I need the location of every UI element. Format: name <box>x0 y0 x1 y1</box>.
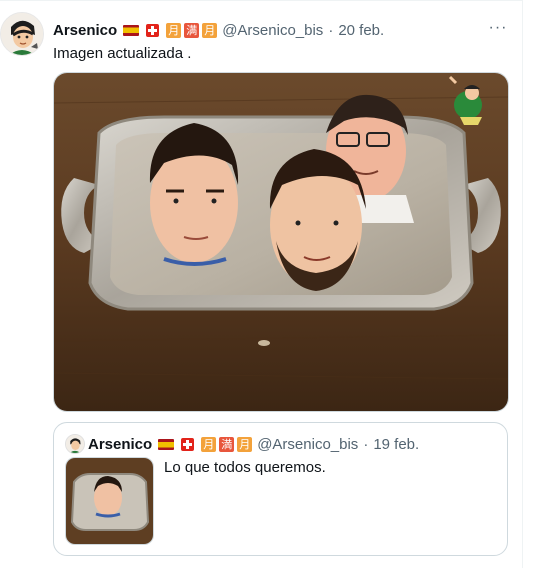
badge-moon-icon: 月 <box>166 22 182 38</box>
badge-full-icon: 满 <box>184 22 200 38</box>
quoted-tweet-text: Lo que todos queremos. <box>164 459 326 476</box>
quoted-tweet-date: 19 feb. <box>373 435 420 453</box>
swiss-flag-icon <box>146 23 160 37</box>
quoted-author-avatar <box>65 434 85 454</box>
quoted-author-name: Arsenico <box>88 435 153 453</box>
quoted-author-handle: @Arsenico_bis <box>257 435 359 453</box>
author-avatar[interactable] <box>0 12 44 56</box>
timeline-border <box>522 0 523 568</box>
date-separator: · <box>328 21 334 39</box>
author-handle[interactable]: @Arsenico_bis <box>222 22 323 39</box>
badge-moon-icon: 月 <box>201 436 217 452</box>
spain-flag-icon <box>123 24 140 36</box>
quoted-tweet[interactable]: Arsenico 月 満 月 @Arsenico_bis · 19 feb. L… <box>53 422 508 556</box>
tray-thumbnail <box>66 458 153 544</box>
avatar-cartoon-icon <box>66 435 84 453</box>
swiss-flag-icon <box>181 437 195 451</box>
face-left <box>149 123 239 266</box>
quoted-tweet-header: Arsenico 月 満 月 @Arsenico_bis · 19 feb. <box>88 434 419 454</box>
spain-flag-icon <box>158 438 175 450</box>
tweet-header: Arsenico 月 满 月 @Arsenico_bis · 20 feb. <box>53 20 384 40</box>
quoted-tweet-thumbnail[interactable] <box>65 457 154 545</box>
date-separator: · <box>363 435 369 453</box>
more-options-icon[interactable]: ··· <box>486 19 510 39</box>
tray-photo <box>54 73 508 411</box>
badge-full-icon: 満 <box>219 436 235 452</box>
top-divider <box>0 0 522 1</box>
badge-moon-icon: 月 <box>202 22 218 38</box>
tweet-date[interactable]: 20 feb. <box>338 22 384 39</box>
tweet-text: Imagen actualizada . <box>53 45 192 62</box>
avatar-cartoon-icon <box>1 13 43 55</box>
badge-moon-icon: 月 <box>237 436 253 452</box>
author-name[interactable]: Arsenico <box>53 22 117 39</box>
tweet-image[interactable] <box>53 72 509 412</box>
